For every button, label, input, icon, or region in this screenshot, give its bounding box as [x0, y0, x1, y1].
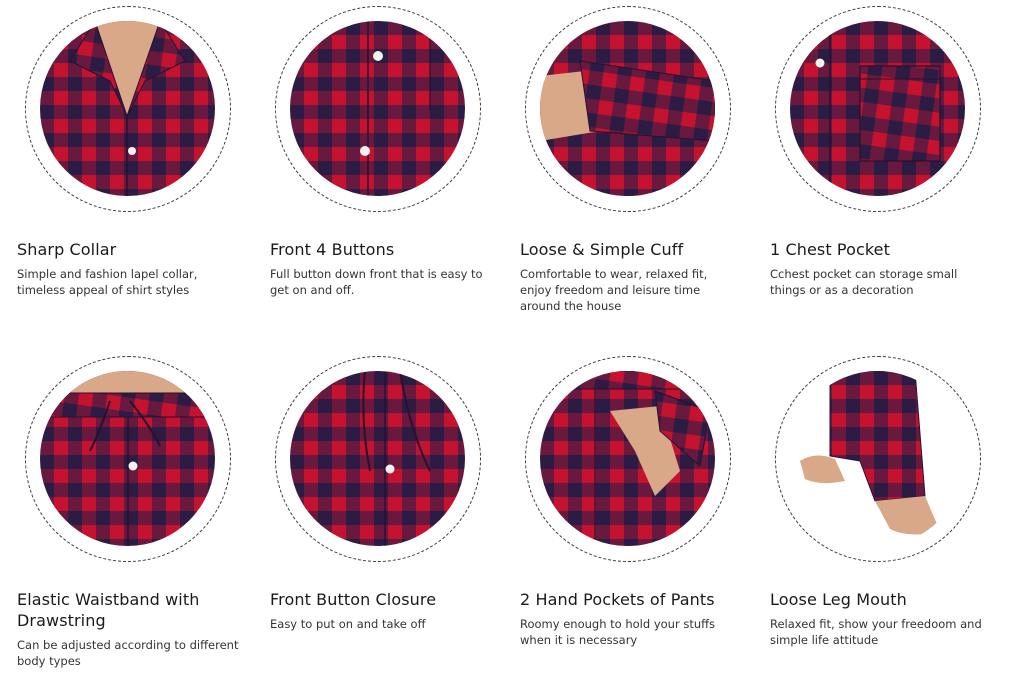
feature-card: 2 Hand Pockets of Pants Roomy enough to …	[500, 350, 740, 693]
feature-image-frame	[525, 356, 731, 562]
feature-card: Elastic Waistband with Drawstring Can be…	[0, 350, 240, 693]
feature-description: Easy to put on and take off	[270, 617, 426, 631]
button-closure-icon	[290, 371, 465, 546]
feature-description: Simple and fashion lapel collar, timeles…	[17, 267, 198, 297]
feature-description: Cchest pocket can storage small things o…	[770, 267, 958, 297]
feature-card: Loose & Simple Cuff Comfortable to wear,…	[500, 0, 740, 340]
feature-description: Full button down front that is easy to g…	[270, 267, 483, 297]
feature-card: Front Button Closure Easy to put on and …	[250, 350, 490, 693]
feature-description: Relaxed fit, show your freedoom and simp…	[770, 617, 982, 647]
buttons-icon	[290, 21, 465, 196]
feature-image-frame	[775, 356, 981, 562]
feature-title: Front 4 Buttons	[270, 240, 395, 259]
feature-title: Sharp Collar	[17, 240, 117, 259]
feature-description: Roomy enough to hold your stuffs when it…	[520, 617, 716, 647]
feature-image-frame	[25, 356, 231, 562]
feature-title: Loose Leg Mouth	[770, 590, 907, 609]
feature-card: Sharp Collar Simple and fashion lapel co…	[0, 0, 240, 340]
feature-description: Can be adjusted according to different b…	[17, 638, 239, 668]
cuff-icon	[540, 21, 715, 196]
features-grid: Sharp Collar Simple and fashion lapel co…	[0, 0, 1032, 693]
feature-image-frame	[275, 6, 481, 212]
feature-image-frame	[775, 6, 981, 212]
feature-title: Loose & Simple Cuff	[520, 240, 684, 259]
feature-description: Comfortable to wear, relaxed fit, enjoy …	[520, 267, 708, 313]
feature-title: Front Button Closure	[270, 590, 437, 609]
chest-pocket-icon	[790, 21, 965, 196]
feature-title: Elastic Waistband with Drawstring	[17, 590, 200, 630]
waistband-icon	[40, 371, 215, 546]
feature-image-frame	[25, 6, 231, 212]
feature-image-frame	[275, 356, 481, 562]
hand-pockets-icon	[540, 371, 715, 546]
collar-icon	[40, 21, 215, 196]
feature-title: 1 Chest Pocket	[770, 240, 890, 259]
feature-image-frame	[525, 6, 731, 212]
feature-card: Front 4 Buttons Full button down front t…	[250, 0, 490, 340]
feature-title: 2 Hand Pockets of Pants	[520, 590, 715, 609]
feature-card: Loose Leg Mouth Relaxed fit, show your f…	[750, 350, 990, 693]
feature-card: 1 Chest Pocket Cchest pocket can storage…	[750, 0, 990, 340]
leg-mouth-icon	[790, 371, 965, 546]
